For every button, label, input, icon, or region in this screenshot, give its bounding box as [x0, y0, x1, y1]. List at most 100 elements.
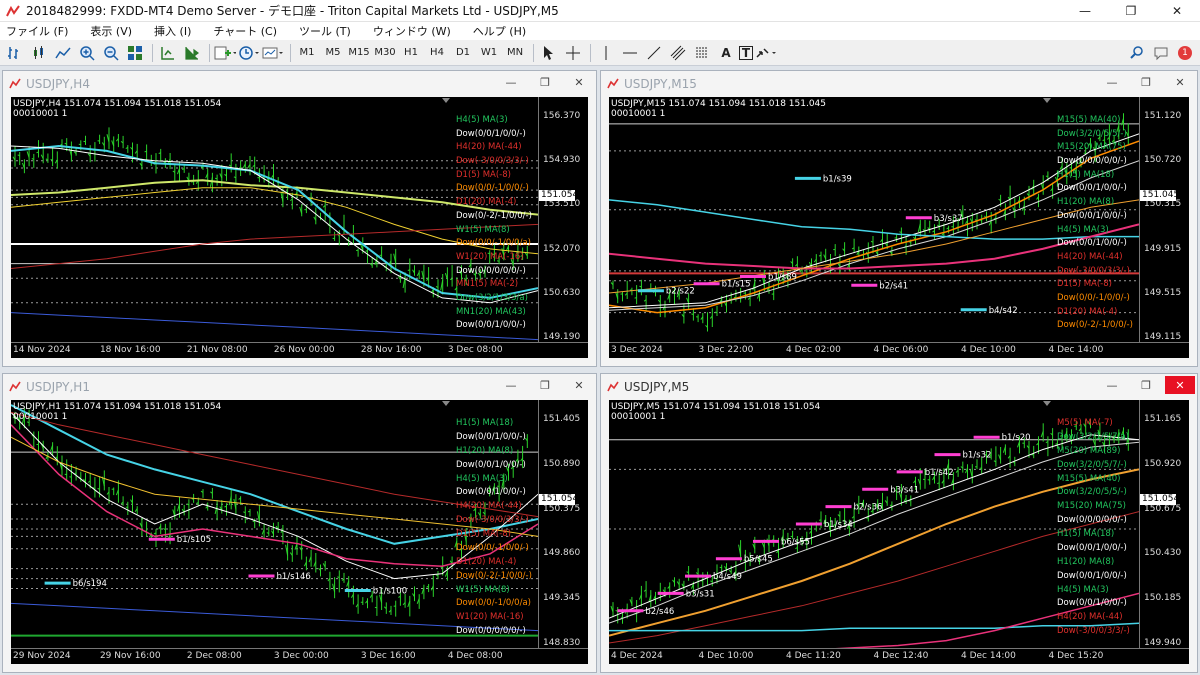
timeframe-m15-button[interactable]: M15 — [347, 43, 371, 63]
signal-label: b5/s45 — [744, 555, 773, 565]
price-axis[interactable]: 151.120 150.720 150.315 149.915 149.515 149.1… — [1139, 97, 1189, 342]
chart-close-button[interactable]: ✕ — [1165, 376, 1195, 394]
chart-window-titlebar[interactable]: USDJPY,H4 — ❐ ✕ — [3, 71, 596, 97]
time-axis[interactable]: 4 Dec 2024 4 Dec 10:00 4 Dec 11:20 4 Dec 12… — [609, 648, 1189, 664]
templates-icon[interactable] — [262, 43, 284, 63]
timeframe-m5-button[interactable]: M5 — [321, 43, 345, 63]
chart-shift-marker[interactable] — [1043, 98, 1051, 103]
timeframe-d1-button[interactable]: D1 — [451, 43, 475, 63]
chart-canvas[interactable]: b2/s46 b3/s31 b4/s49 b5/s45 b6/s55 b1/s34 b2/s… — [609, 400, 1189, 664]
menu-chart[interactable]: チャート (C) — [213, 23, 277, 39]
arrows-icon[interactable] — [755, 43, 777, 63]
menu-insert[interactable]: 挿入 (I) — [154, 23, 191, 39]
timeframe-w1-button[interactable]: W1 — [477, 43, 501, 63]
chart-close-button[interactable]: ✕ — [564, 376, 594, 394]
chart-maximize-button[interactable]: ❐ — [530, 73, 560, 91]
chart-shift-marker[interactable] — [1043, 401, 1051, 406]
title-bar: 2018482999: FXDD-MT4 Demo Server - デモ口座 … — [0, 0, 1200, 22]
time-axis[interactable]: 14 Nov 2024 18 Nov 16:00 21 Nov 08:00 26 No… — [11, 342, 588, 358]
menu-view[interactable]: 表示 (V) — [90, 23, 132, 39]
chart-window-titlebar[interactable]: USDJPY,M5 — ❐ ✕ — [601, 374, 1197, 400]
crosshair-icon[interactable] — [562, 43, 584, 63]
chart-window-titlebar[interactable]: USDJPY,M15 — ❐ ✕ — [601, 71, 1197, 97]
cursor-icon[interactable] — [538, 43, 560, 63]
line-chart-icon[interactable] — [52, 43, 74, 63]
menu-file[interactable]: ファイル (F) — [6, 23, 68, 39]
time-tick-label: 3 Dec 16:00 — [360, 651, 416, 661]
chart-maximize-button[interactable]: ❐ — [1131, 376, 1161, 394]
signal-label: b6/s55 — [781, 537, 810, 547]
chart-shift-marker[interactable] — [442, 401, 450, 406]
chart-window-titlebar[interactable]: USDJPY,H1 — ❐ ✕ — [3, 374, 596, 400]
zoom-out-icon[interactable] — [100, 43, 122, 63]
indicator-label: Dow(0/0/1/0/0/-) — [1057, 542, 1127, 553]
indicators-icon[interactable] — [214, 43, 236, 63]
text-label-icon[interactable]: T — [739, 45, 753, 60]
price-bar-tick — [144, 150, 147, 153]
maximize-button[interactable]: ❐ — [1108, 0, 1154, 22]
chart-minimize-button[interactable]: — — [1097, 73, 1127, 91]
price-axis[interactable]: 151.165 150.920 150.675 150.430 150.185 149.9… — [1139, 400, 1189, 648]
notification-badge[interactable]: 1 — [1178, 46, 1192, 60]
chart-canvas[interactable]: b2/s22 b1/s15 b1/s89 b1/s39 b2/s41 b3/s37 b4/s… — [609, 97, 1189, 358]
chart-close-button[interactable]: ✕ — [1165, 73, 1195, 91]
chart-shift-marker[interactable] — [442, 98, 450, 103]
chart-window-icon — [607, 381, 619, 392]
menu-tools[interactable]: ツール (T) — [299, 23, 351, 39]
time-tick-label: 4 Dec 11:20 — [786, 651, 841, 661]
close-button[interactable]: ✕ — [1154, 0, 1200, 22]
bar-chart-icon[interactable] — [4, 43, 26, 63]
chart-minimize-button[interactable]: — — [496, 376, 526, 394]
timeframe-m30-button[interactable]: M30 — [373, 43, 397, 63]
channel-icon[interactable] — [667, 43, 689, 63]
indicator-label: Dow(0/0/-1/0/0/-) — [456, 183, 529, 194]
chart-shift-icon[interactable] — [157, 43, 179, 63]
timeframe-h4-button[interactable]: H4 — [425, 43, 449, 63]
minimize-button[interactable]: — — [1062, 0, 1108, 22]
autoscroll-icon[interactable] — [181, 43, 203, 63]
text-tool-icon[interactable]: A — [715, 43, 737, 63]
timeframe-mn-button[interactable]: MN — [503, 43, 527, 63]
fibonacci-icon[interactable] — [691, 43, 713, 63]
chart-minimize-button[interactable]: — — [496, 73, 526, 91]
time-axis[interactable]: 3 Dec 2024 3 Dec 22:00 4 Dec 02:00 4 Dec 06… — [609, 342, 1189, 358]
chart-canvas[interactable]: b6/s194 b1/s105 b1/s146 b1/s100 USDJPY,H1 15… — [11, 400, 588, 664]
trendline-icon[interactable] — [643, 43, 665, 63]
chart-maximize-button[interactable]: ❐ — [1131, 73, 1161, 91]
chart-window-m5[interactable]: USDJPY,M5 — ❐ ✕ b2/s46 b3/s31 b4/s49 b5/s45 b6/s… — [600, 373, 1198, 673]
menu-window[interactable]: ウィンドウ (W) — [373, 23, 451, 39]
indicator-label: H1(20) MA(8) — [456, 445, 514, 456]
indicator-label: H1(5) MA(18) — [1057, 529, 1115, 539]
chart-window-h1[interactable]: USDJPY,H1 — ❐ ✕ b6/s194 b1/s105 b1/s146 b1/s100… — [2, 373, 597, 673]
indicator-label: Dow(0/0/-1/0/0/a) — [456, 598, 531, 609]
time-tick-label: 29 Nov 2024 — [13, 651, 71, 661]
zoom-in-icon[interactable] — [76, 43, 98, 63]
periods-icon[interactable] — [238, 43, 260, 63]
indicator-label: Dow(0/-2/-1/0/0/-) — [1057, 320, 1133, 331]
signal-label: b3/s41 — [890, 485, 919, 495]
time-axis[interactable]: 29 Nov 2024 29 Nov 16:00 2 Dec 08:00 3 Dec … — [11, 648, 588, 664]
chart-maximize-button[interactable]: ❐ — [530, 376, 560, 394]
timeframe-m1-button[interactable]: M1 — [295, 43, 319, 63]
candlestick-icon[interactable] — [28, 43, 50, 63]
indicator-label: W1(20) MA(-16) — [456, 612, 524, 623]
menu-help[interactable]: ヘルプ (H) — [473, 23, 526, 39]
chart-window-h4[interactable]: USDJPY,H4 — ❐ ✕ USDJPY,H4 151.074 151.094 15… — [2, 70, 597, 367]
price-axis[interactable]: 151.405 150.890 150.375 149.860 149.345 148.8… — [538, 400, 588, 648]
price-axis[interactable]: 156.370 154.930 153.510 152.070 150.630 149.1… — [538, 97, 588, 342]
chart-close-button[interactable]: ✕ — [564, 73, 594, 91]
chart-canvas[interactable]: USDJPY,H4 151.074 151.094 151.018 151.05… — [11, 97, 588, 358]
chart-window-m15[interactable]: USDJPY,M15— ❐ ✕ b2/s22 b1/s15 b1/s89 b1/s39 b2/… — [600, 70, 1198, 367]
tile-windows-icon[interactable] — [124, 43, 146, 63]
price-tick-label: 150.890 — [543, 458, 581, 469]
price-bar-tick — [818, 519, 822, 521]
horizontal-line-icon[interactable] — [619, 43, 641, 63]
search-icon[interactable] — [1126, 43, 1148, 63]
indicator-label: Dow(-3/0/0/3/3/-) — [456, 515, 529, 526]
time-tick-label: 3 Dec 2024 — [611, 345, 663, 355]
vertical-line-icon[interactable] — [595, 43, 617, 63]
chat-icon[interactable] — [1150, 43, 1172, 63]
chart-minimize-button[interactable]: — — [1097, 376, 1127, 394]
timeframe-h1-button[interactable]: H1 — [399, 43, 423, 63]
signal-label: b1/s15 — [722, 280, 751, 290]
